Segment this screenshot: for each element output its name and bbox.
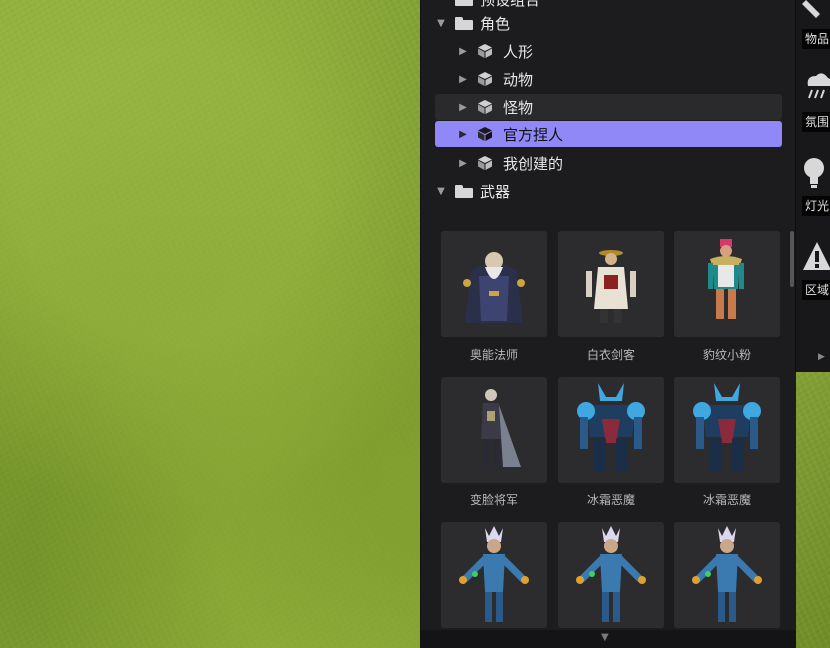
cube-icon — [478, 156, 492, 170]
folder-open-icon — [455, 16, 473, 30]
chevron-down-icon[interactable]: ▼ — [601, 632, 609, 643]
chevron-down-icon[interactable]: ▼ — [435, 186, 447, 197]
asset-card-face-changing-general[interactable] — [441, 377, 547, 483]
chevron-right-icon[interactable]: ▶ — [457, 129, 469, 140]
chevron-right-icon[interactable]: ▶ — [457, 74, 469, 85]
tree-item-label: 角色 — [480, 14, 511, 33]
chevron-right-icon[interactable]: ▶ — [457, 46, 469, 57]
pink-figure-icon — [708, 239, 744, 319]
tree-item-label: 动物 — [503, 70, 534, 89]
asset-card-white-swordsman[interactable] — [558, 231, 664, 337]
toolbar-label: 区域 — [802, 280, 830, 300]
blue-figure-icon — [576, 526, 646, 622]
cloud-rain-icon — [807, 73, 830, 99]
tree-item-label: 预设组合 — [480, 0, 540, 10]
asset-card-frost-demon-2[interactable] — [674, 377, 780, 483]
asset-card-blue-character-2[interactable] — [558, 522, 664, 628]
asset-library-panel: 预设组合 ▼ 角色 ▶ 人形 ▶ 动物 ▶ 怪物 — [420, 0, 796, 648]
general-figure-icon — [481, 389, 521, 467]
blue-figure-icon — [692, 526, 762, 622]
folder-icon — [455, 0, 473, 6]
asset-caption: 奥能法师 — [469, 348, 518, 362]
chevron-down-icon[interactable]: ▼ — [435, 18, 447, 29]
asset-caption: 冰霜恶魔 — [586, 493, 635, 507]
chevron-right-icon[interactable]: ▶ — [818, 352, 825, 362]
tree-item-label: 怪物 — [503, 98, 534, 117]
bulb-icon — [804, 158, 824, 188]
toolbar-label: 氛围 — [802, 112, 830, 132]
tree-item-characters[interactable]: ▼ 角色 — [435, 10, 782, 36]
cube-icon — [478, 100, 492, 114]
frost-demon-figure-icon — [693, 383, 761, 471]
chevron-right-icon[interactable]: ▶ — [457, 158, 469, 169]
asset-caption: 冰霜恶魔 — [702, 493, 751, 507]
chevron-right-icon[interactable]: ▶ — [457, 102, 469, 113]
asset-caption: 白衣剑客 — [586, 348, 635, 362]
wrench-icon — [802, 0, 820, 18]
warning-icon — [803, 242, 830, 270]
asset-caption: 豹纹小粉 — [702, 348, 751, 362]
tree-item-animals[interactable]: ▶ 动物 — [435, 66, 782, 92]
swordsman-figure-icon — [586, 250, 636, 323]
tree-item-label: 我创建的 — [503, 154, 564, 173]
tree-item-label: 官方捏人 — [503, 125, 564, 144]
tree-item-my-creations[interactable]: ▶ 我创建的 — [435, 150, 782, 176]
asset-caption: 变脸将军 — [469, 493, 518, 507]
asset-card-blue-character-3[interactable] — [674, 522, 780, 628]
tree-item-monsters[interactable]: ▶ 怪物 — [435, 94, 782, 120]
asset-card-leopard-pink[interactable] — [674, 231, 780, 337]
grid-scrollbar-thumb[interactable] — [790, 231, 794, 287]
cube-icon — [478, 72, 492, 86]
asset-card-arcane-mage[interactable] — [441, 231, 547, 337]
cube-icon — [478, 44, 492, 58]
tree-item-weapons[interactable]: ▼ 武器 — [435, 178, 782, 204]
toolbar-label: 灯光 — [802, 196, 830, 216]
cube-icon — [478, 127, 492, 141]
blue-figure-icon — [459, 526, 529, 622]
toolbar-label: 物品 — [802, 29, 830, 49]
tree-item-label: 人形 — [503, 42, 534, 61]
folder-open-icon — [455, 184, 473, 198]
asset-card-blue-character[interactable] — [441, 522, 547, 628]
frost-demon-figure-icon — [577, 383, 645, 471]
wizard-figure-icon — [463, 252, 525, 323]
tree-item-label: 武器 — [480, 182, 511, 201]
asset-card-frost-demon[interactable] — [558, 377, 664, 483]
tree-item-humanoid[interactable]: ▶ 人形 — [435, 38, 782, 64]
right-toolbar: 物品 氛围 灯光 区域 ▶ — [795, 0, 830, 372]
tree-item-official-face[interactable]: ▶ 官方捏人 — [435, 121, 782, 147]
